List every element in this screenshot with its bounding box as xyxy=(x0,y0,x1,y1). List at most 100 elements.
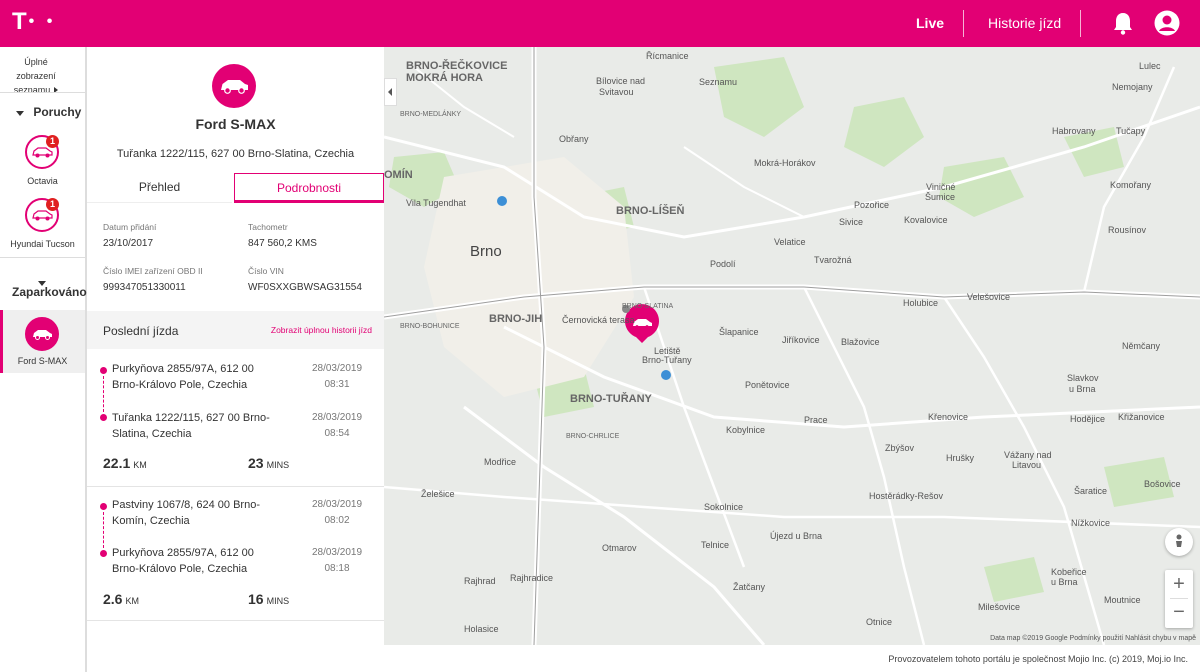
map-place-label: Újezd u Brna xyxy=(770,531,822,541)
zoom-out-button[interactable]: − xyxy=(1165,599,1193,627)
map-place-label: BRNO-LÍŠEŇ xyxy=(616,204,685,217)
map-place-label: Viničné xyxy=(926,182,955,192)
map-place-label: Mokrá-Horákov xyxy=(754,158,816,168)
divider xyxy=(0,92,85,93)
map-place-label: Pozořice xyxy=(854,200,889,210)
rail-vehicle-label: Ford S-MAX xyxy=(17,356,68,366)
date-added-label: Datum přidání xyxy=(103,222,157,232)
map-place-label: Holubice xyxy=(903,298,938,308)
odometer-value: 847 560,2 KMS xyxy=(248,238,317,249)
map-place-label: Bílovice nad xyxy=(596,76,645,86)
trip-end-time: 28/03/2019 08:18 xyxy=(292,545,382,577)
trip-time: 08:18 xyxy=(324,563,350,574)
trip-end-time: 28/03/2019 08:54 xyxy=(292,410,382,442)
map-place-label: Habrovany xyxy=(1052,126,1096,136)
nav-history[interactable]: Historie jízd xyxy=(988,15,1061,31)
map-place-label: Tučapy xyxy=(1116,126,1146,136)
section-faults[interactable]: Poruchy xyxy=(16,105,81,119)
duration-value: 16 xyxy=(248,591,264,607)
map-place-label: Hodějice xyxy=(1070,414,1105,424)
pegman-icon xyxy=(1176,534,1182,547)
car-icon xyxy=(221,80,248,94)
address-line: Slatina, Czechia xyxy=(112,428,192,440)
map-place-label: Litavou xyxy=(1012,460,1041,470)
full-history-link[interactable]: Zobrazit úplnou historii jízd xyxy=(271,325,372,335)
distance-unit: KM xyxy=(125,596,139,606)
street-view-button[interactable] xyxy=(1165,528,1193,556)
rail-vehicle-label: Octavia xyxy=(27,176,58,186)
trip-date: 28/03/2019 xyxy=(311,547,363,558)
vehicle-avatar xyxy=(212,64,256,108)
chevron-down-icon xyxy=(16,111,24,116)
map-place-label: Němčany xyxy=(1122,341,1161,351)
map-place-label: Seznamu xyxy=(699,77,737,87)
tab-details[interactable]: Podrobnosti xyxy=(234,173,384,203)
map-place-label: BRNO-BOHUNICE xyxy=(400,323,460,330)
map-place-label: Holasice xyxy=(464,624,499,634)
map-place-label: Modřice xyxy=(484,457,516,467)
nav-divider xyxy=(1080,10,1081,37)
rail-vehicle-label: Hyundai Tucson xyxy=(10,239,75,249)
map-place-label: Křižanovice xyxy=(1118,412,1165,422)
nav-live[interactable]: Live xyxy=(916,15,944,31)
tab-overview[interactable]: Přehled xyxy=(87,173,232,203)
map-place-label: Telnice xyxy=(701,540,729,550)
map-place-label: Moutnice xyxy=(1104,595,1141,605)
end-pin-icon xyxy=(100,414,107,421)
distance-value: 22.1 xyxy=(103,455,131,471)
duration-value: 23 xyxy=(248,455,264,471)
collapse-panel-button[interactable] xyxy=(384,78,397,106)
trip-start-time: 28/03/2019 08:02 xyxy=(292,497,382,529)
map-place-label: Velatice xyxy=(774,237,806,247)
last-trip-header: Poslední jízda Zobrazit úplnou historii … xyxy=(87,311,384,349)
map-place-label: Otmarov xyxy=(602,543,637,553)
trip-distance: 2.6 KM xyxy=(103,591,139,607)
vehicle-address: Tuřanka 1222/115, 627 00 Brno-Slatina, C… xyxy=(116,148,355,160)
map-place-label: Šaratice xyxy=(1074,486,1107,496)
map-place-label: Rajhrad xyxy=(464,576,496,586)
map-place-label: u Brna xyxy=(1051,577,1078,587)
page-footer: Provozovatelem tohoto portálu je společn… xyxy=(384,645,1200,672)
vehicle-rail: Úplné zobrazení seznamu Poruchy 1 Octavi… xyxy=(0,47,87,672)
rail-vehicle-ford[interactable]: Ford S-MAX xyxy=(0,310,85,373)
trip-end-address: Tuřanka 1222/115, 627 00 Brno- Slatina, … xyxy=(112,410,272,442)
vin-label: Číslo VIN xyxy=(248,266,284,276)
map-place-label: Křenovice xyxy=(928,412,968,422)
map-place-label: BRNO-CHRLICE xyxy=(566,433,620,440)
car-avatar xyxy=(25,317,59,351)
address-line: Purkyňova 2855/97A, 612 00 xyxy=(112,363,254,375)
section-faults-label: Poruchy xyxy=(33,105,82,119)
map-place-label: Kobeřice xyxy=(1051,567,1087,577)
map-place-label: Šumice xyxy=(925,192,955,202)
bell-icon[interactable] xyxy=(1112,11,1134,35)
imei-label: Číslo IMEI zařízení OBD II xyxy=(103,266,203,276)
trip-date: 28/03/2019 xyxy=(311,412,363,423)
telekom-logo[interactable]: T • • xyxy=(12,10,56,34)
map-place-label: Podolí xyxy=(710,259,736,269)
landmark-icon xyxy=(497,196,507,206)
date-added-value: 23/10/2017 xyxy=(103,238,154,249)
map-place-label: Vážany nad xyxy=(1004,450,1052,460)
map-place-label: Kobylnice xyxy=(726,425,765,435)
map-place-label: Ponětovice xyxy=(745,380,790,390)
map-place-label: Vila Tugendhat xyxy=(406,198,466,208)
map-place-label: Komořany xyxy=(1110,180,1152,190)
map-place-label: Šlapanice xyxy=(719,327,759,337)
full-list-toggle[interactable]: Úplné zobrazení seznamu xyxy=(6,55,66,97)
divider xyxy=(87,486,384,487)
map-place-label: Sokolnice xyxy=(704,502,743,512)
odometer-label: Tachometr xyxy=(248,222,288,232)
zoom-in-button[interactable]: + xyxy=(1165,570,1193,598)
section-parked[interactable]: Zaparkováno xyxy=(12,285,87,299)
map-view[interactable]: Řícmanice BRNO-ŘEČKOVICE MOKRÁ HORA Bílovic… xyxy=(384,47,1200,645)
nav-divider xyxy=(963,10,964,37)
map-place-label: Rajhradice xyxy=(510,573,553,583)
user-icon[interactable] xyxy=(1154,10,1180,36)
map-place-label: Brno-Tuřany xyxy=(642,355,692,365)
vehicle-name: Ford S-MAX xyxy=(195,116,276,132)
trip-time: 08:54 xyxy=(324,428,350,439)
urban-area xyxy=(424,157,634,397)
map-place-label: Jiříkovice xyxy=(782,335,820,345)
route-line xyxy=(103,512,104,548)
address-line: Tuřanka 1222/115, 627 00 Brno- xyxy=(112,412,270,424)
